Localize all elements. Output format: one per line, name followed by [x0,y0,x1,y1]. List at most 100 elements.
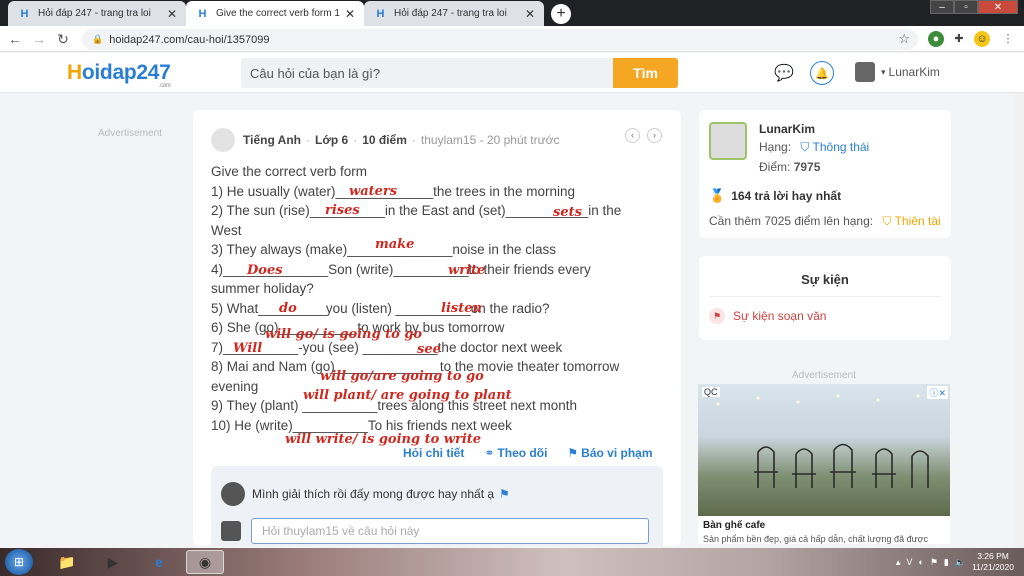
ask-detail-link[interactable]: Hỏi chi tiết [403,446,464,460]
events-card: Sự kiện ⚑ Sự kiện soạn văn [699,256,951,340]
report-link[interactable]: ⚑ Báo vi phạm [567,446,652,460]
question-line: 1) He usually (water)_____________the tr… [211,183,575,199]
subject[interactable]: Tiếng Anh [243,133,301,147]
avatar [211,128,235,152]
site-logo[interactable]: Hoidap247 .com [67,61,171,89]
follow-link[interactable]: ⚭ Theo dõi [484,446,547,460]
handwritten-answer: will write/ is going to write [285,432,482,447]
tray-icon[interactable]: V [906,557,912,567]
site-header: Hoidap247 .com Câu hỏi của bạn là gì? Tì… [0,53,1024,93]
system-tray: ▴ V ◐ ⚑ ▮ 🔈 3:26 PM 11/21/2020 [896,548,1024,576]
search-bar: Câu hỏi của bạn là gì? Tìm [241,58,678,88]
points: 10 điểm [362,133,407,147]
question-line: West [211,222,242,238]
lock-icon: 🔒 [92,34,104,44]
best-answers: 🏅 164 trả lời hay nhất [709,188,842,203]
browser-tab-3[interactable]: H Hỏi đáp 247 - trang tra loi ✕ [364,1,544,26]
author-time: thuylam15 - 20 phút trước [420,133,560,147]
tab-label: Hỏi đáp 247 - trang tra loi [394,8,507,19]
maximize-button[interactable]: ▫ [954,0,978,14]
profile-avatar-icon[interactable]: ☺ [974,31,990,47]
tab-label: Hỏi đáp 247 - trang tra loi [38,8,151,19]
media-player-icon[interactable]: ▶ [94,550,132,574]
menu-dots-icon[interactable]: ⋮ [1000,31,1016,47]
prev-question-icon[interactable]: ‹ [625,128,640,143]
close-icon[interactable]: ✕ [166,7,178,21]
flag-icon[interactable]: ⚑ [499,487,510,501]
avatar [855,62,875,82]
handwritten-answer: Will [233,341,263,356]
network-icon[interactable]: ▮ [944,557,949,568]
flag-icon: ⚑ [567,446,579,460]
question-actions: Hỏi chi tiết ⚭ Theo dõi ⚑ Báo vi phạm [403,446,673,460]
profile-card: LunarKim Hạng: ⛉ Thông thái Điểm: 7975 🏅… [699,110,951,238]
handwritten-answer: do [279,301,297,316]
clock-date: 11/21/2020 [972,562,1014,572]
reply-input[interactable]: Hỏi thuylam15 về câu hỏi này [251,518,649,544]
search-button[interactable]: Tìm [613,58,678,88]
next-question-icon[interactable]: › [647,128,662,143]
handwritten-answer: sets [553,205,582,220]
points-value: 7975 [793,160,821,174]
link-icon: ⚭ [484,446,495,460]
logo-text: oidap247 [81,61,171,84]
notification-bell-icon[interactable]: 🔔 [810,61,834,85]
shield-icon: ⛉ [882,214,892,228]
reload-icon[interactable]: ↻ [54,30,72,48]
internet-explorer-icon[interactable]: e [140,550,178,574]
user-menu[interactable]: ▾ LunarKim [855,62,940,82]
profile-name[interactable]: LunarKim [759,122,815,136]
search-input[interactable]: Câu hỏi của bạn là gì? [241,58,613,88]
close-icon[interactable]: ✕ [344,7,356,21]
event-item[interactable]: ⚑ Sự kiện soạn văn [709,308,826,324]
back-arrow-icon[interactable]: ← [6,30,24,48]
windows-taskbar: ⊞ 📁 ▶ e ◉ ▴ V ◐ ⚑ ▮ 🔈 3:26 PM 11/21/2020 [0,548,1024,576]
minimize-button[interactable]: – [930,0,954,14]
grade[interactable]: Lớp 6 [315,133,348,147]
event-label: Sự kiện soạn văn [733,309,827,323]
clock[interactable]: 3:26 PM 11/21/2020 [972,551,1014,573]
new-tab-button[interactable]: + [551,4,571,24]
address-bar: ← → ↻ 🔒 hoidap247.com/cau-hoi/1357099 ☆ … [0,26,1024,52]
start-button[interactable]: ⊞ [5,549,33,575]
forward-arrow-icon[interactable]: → [30,30,48,48]
browser-tab-1[interactable]: H Hỏi đáp 247 - trang tra loi ✕ [8,1,186,26]
ad-label: Advertisement [792,370,856,381]
ad-description: Sản phẩm bền đẹp, giá cả hấp dẫn, chất l… [703,534,929,544]
rank-badge: ⛉ Thông thái [800,140,870,154]
tab-label: Give the correct verb form 1) He [216,8,340,19]
flag-icon: ⚑ [709,308,725,324]
hoidap-favicon-icon: H [20,7,29,20]
advertisement[interactable]: QC ⓘ✕ Bàn ghế cafe Sản phẩm bền đẹp, giá… [698,384,950,544]
comment-section: Mình giải thích rồi đấy mong được hay nh… [211,466,663,546]
ad-label: Advertisement [98,128,162,139]
tray-icon[interactable]: ◐ [918,557,923,567]
chat-icon[interactable]: 💬 [772,61,796,85]
bookmark-star-icon[interactable]: ☆ [898,31,910,47]
adchoices-icon[interactable]: ⓘ✕ [927,386,948,399]
question-line: summer holiday? [211,281,314,296]
extension-icon[interactable]: ● [928,31,944,47]
rank-label: Hạng: [759,140,792,154]
chrome-icon[interactable]: ◉ [186,550,224,574]
need-label: Cần thêm 7025 điểm lên hạng: [709,214,874,228]
avatar [221,521,241,541]
separator: · [306,133,310,147]
header-username: LunarKim [888,65,940,79]
tray-icon[interactable]: ▴ [896,557,901,568]
extensions-puzzle-icon[interactable]: ✚ [951,31,967,47]
comment-text: Mình giải thích rồi đấy mong được hay nh… [252,487,495,501]
file-explorer-icon[interactable]: 📁 [48,550,86,574]
ad-qc-label: QC [702,387,720,397]
next-rank-row: Cần thêm 7025 điểm lên hạng: ⛉ Thiên tài [709,214,941,229]
window-close-button[interactable]: ✕ [978,0,1018,14]
page-scrollbar[interactable] [1015,93,1024,549]
close-icon[interactable]: ✕ [524,7,536,21]
browser-tab-2[interactable]: H Give the correct verb form 1) He ✕ [186,1,364,26]
volume-icon[interactable]: 🔈 [955,557,966,568]
clock-time: 3:26 PM [977,551,1009,561]
handwritten-answer: see [417,342,441,357]
avatar[interactable] [709,122,747,160]
tray-icon[interactable]: ⚑ [930,557,938,568]
url-field[interactable]: 🔒 hoidap247.com/cau-hoi/1357099 ☆ [82,29,918,50]
